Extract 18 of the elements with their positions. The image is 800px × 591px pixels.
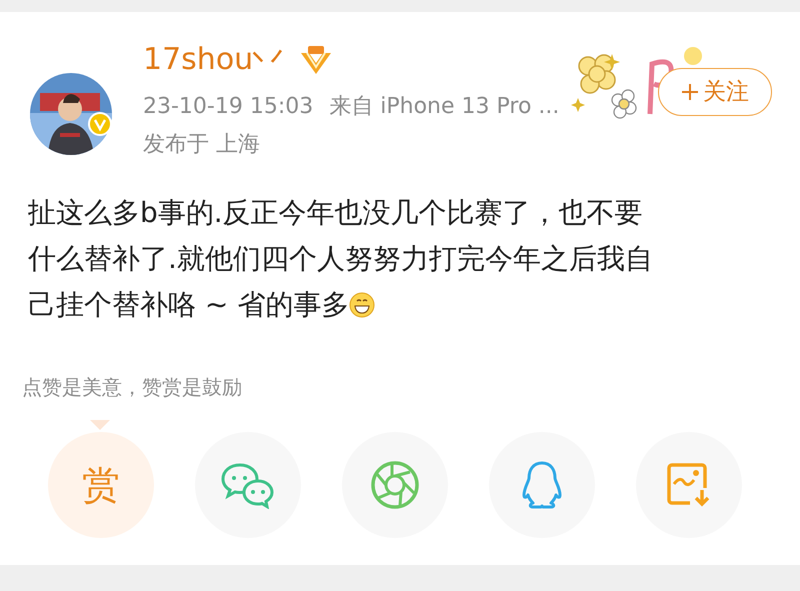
pointer-icon [90, 420, 110, 430]
penguin-icon [520, 460, 564, 510]
post-text-line: 什么替补了.就他们四个人努努力打完今年之后我自 [28, 241, 653, 277]
save-image-icon [666, 462, 712, 508]
post-location: 发布于 上海 [143, 131, 261, 159]
reward-button[interactable]: 赏 [48, 432, 154, 538]
post-text-line: 己挂个替补咯 ~ 省的事多 [28, 287, 350, 323]
plus-icon [681, 83, 699, 101]
post-time: 23-10-19 15:03 [143, 93, 314, 121]
post-text-line: 扯这么多b事的.反正今年也没几个比赛了，也不要 [28, 195, 643, 231]
follow-button[interactable]: 关注 [658, 68, 772, 116]
aperture-icon [370, 460, 420, 510]
vip-badge-icon [299, 45, 334, 75]
post-source: 来自 iPhone 13 Pro ... [329, 93, 560, 121]
grin-emoji-icon [349, 292, 376, 318]
user-name: 17shou丷 [143, 41, 284, 79]
reward-hint: 点赞是美意，赞赏是鼓励 [22, 374, 243, 401]
wechat-icon [220, 461, 276, 509]
